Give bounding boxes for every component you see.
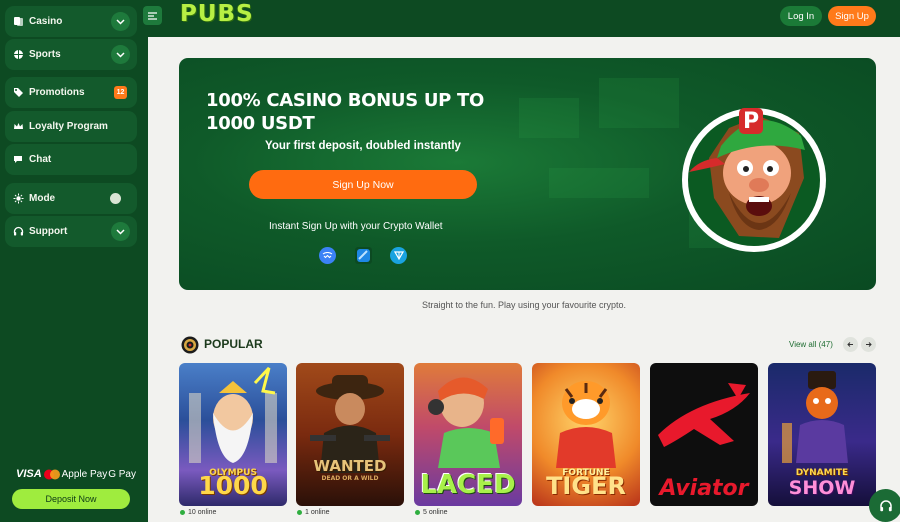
google-pay-logo: G Pay xyxy=(108,468,136,480)
tagline: Straight to the fun. Play using your fav… xyxy=(421,300,627,310)
game-title: Aviator xyxy=(659,476,749,501)
promotions-count-badge: 12 xyxy=(114,86,127,99)
game-art-wanted xyxy=(310,375,390,473)
online-dot-icon xyxy=(297,510,302,515)
promo-banner: 100% CASINO BONUS UP TO 1000 USDT Your f… xyxy=(179,58,876,290)
visa-logo: VISA xyxy=(16,468,42,480)
mascot-illustration: P xyxy=(682,108,826,252)
sidebar-item-casino[interactable]: Casino xyxy=(5,6,137,37)
chevron-down-icon[interactable] xyxy=(111,222,130,241)
sidebar-item-label: Sports xyxy=(29,49,61,60)
sidebar-item-mode[interactable]: Mode xyxy=(5,183,137,214)
support-chat-button[interactable] xyxy=(869,489,900,522)
sidebar-item-label: Chat xyxy=(29,154,52,165)
game-card-fortune-tiger[interactable]: FORTUNE TIGER xyxy=(532,363,640,506)
game-card-aviator[interactable]: Aviator xyxy=(650,363,758,506)
banner-signup-button[interactable]: Sign Up Now xyxy=(249,170,477,199)
banner-title: 100% CASINO BONUS UP TO 1000 USDT xyxy=(206,90,484,134)
chevron-down-icon[interactable] xyxy=(111,12,130,31)
sidebar: Casino Sports Promotions 12 Loyalty Prog… xyxy=(0,0,148,522)
online-dot-icon xyxy=(180,510,185,515)
online-count: 5 online xyxy=(415,509,448,516)
tag-icon xyxy=(13,87,24,98)
sidebar-item-chat[interactable]: Chat xyxy=(5,144,137,175)
sidebar-item-label: Support xyxy=(29,226,68,237)
ton-wallet-icon[interactable] xyxy=(390,247,407,264)
game-card-wanted[interactable]: DEAD OR A WILD WANTED xyxy=(296,363,404,506)
login-button[interactable]: Log In xyxy=(780,6,822,26)
sidebar-item-loyalty[interactable]: Loyalty Program xyxy=(5,111,137,142)
sidebar-item-promotions[interactable]: Promotions 12 xyxy=(5,77,137,108)
online-count: 10 online xyxy=(180,509,216,516)
sidebar-item-support[interactable]: Support xyxy=(5,216,137,247)
headset-icon xyxy=(13,226,24,237)
chevron-down-icon[interactable] xyxy=(111,45,130,64)
mode-toggle[interactable] xyxy=(110,193,121,204)
wallet-connect-icon[interactable] xyxy=(319,247,336,264)
prev-arrow-button[interactable] xyxy=(843,337,858,352)
dartboard-icon xyxy=(181,336,199,354)
sidebar-item-label: Promotions xyxy=(29,87,85,98)
mascot-cap-letter: P xyxy=(743,109,759,134)
online-dot-icon xyxy=(415,510,420,515)
wallet-signup-text: Instant Sign Up with your Crypto Wallet xyxy=(269,221,443,232)
arrow-right-icon xyxy=(866,342,872,347)
game-title: 1000 xyxy=(198,471,268,500)
deposit-button[interactable]: Deposit Now xyxy=(12,489,130,509)
game-title: SHOW xyxy=(788,477,856,499)
apple-pay-logo: Apple Pay xyxy=(61,468,108,480)
sidebar-item-label: Loyalty Program xyxy=(29,121,108,132)
game-title: TIGER xyxy=(546,472,626,500)
menu-icon xyxy=(148,11,157,20)
signup-button[interactable]: Sign Up xyxy=(828,6,876,26)
game-card-laced[interactable]: LACED xyxy=(414,363,522,506)
sidebar-item-label: Mode xyxy=(29,193,56,204)
next-arrow-button[interactable] xyxy=(861,337,876,352)
section-title: POPULAR xyxy=(204,337,263,351)
sidebar-item-label: Casino xyxy=(29,16,63,27)
sidebar-item-sports[interactable]: Sports xyxy=(5,39,137,70)
payment-methods: VISA Apple Pay G Pay xyxy=(16,468,136,480)
game-title: WANTED xyxy=(313,457,387,475)
arrow-left-icon xyxy=(847,342,853,347)
wallet-options xyxy=(319,247,407,264)
game-card-olympus[interactable]: OLYMPUS 1000 xyxy=(179,363,287,506)
cards-icon xyxy=(13,16,24,27)
banner-subtitle: Your first deposit, doubled instantly xyxy=(265,140,461,152)
view-all-link[interactable]: View all (47) xyxy=(789,340,833,349)
online-count: 1 online xyxy=(297,509,330,516)
crown-icon xyxy=(13,121,24,132)
site-logo[interactable]: PUBS xyxy=(180,1,254,27)
menu-toggle-button[interactable] xyxy=(143,6,162,25)
game-title: LACED xyxy=(420,470,516,500)
coinbase-wallet-icon[interactable] xyxy=(354,247,372,264)
ball-icon xyxy=(13,49,24,60)
mastercard-icon xyxy=(43,469,61,480)
chat-icon xyxy=(13,154,24,165)
game-card-dynamite-show[interactable]: DYNAMITE SHOW xyxy=(768,363,876,506)
game-subtitle: DEAD OR A WILD xyxy=(321,475,379,482)
sun-icon xyxy=(13,193,24,204)
headset-icon xyxy=(879,499,892,511)
